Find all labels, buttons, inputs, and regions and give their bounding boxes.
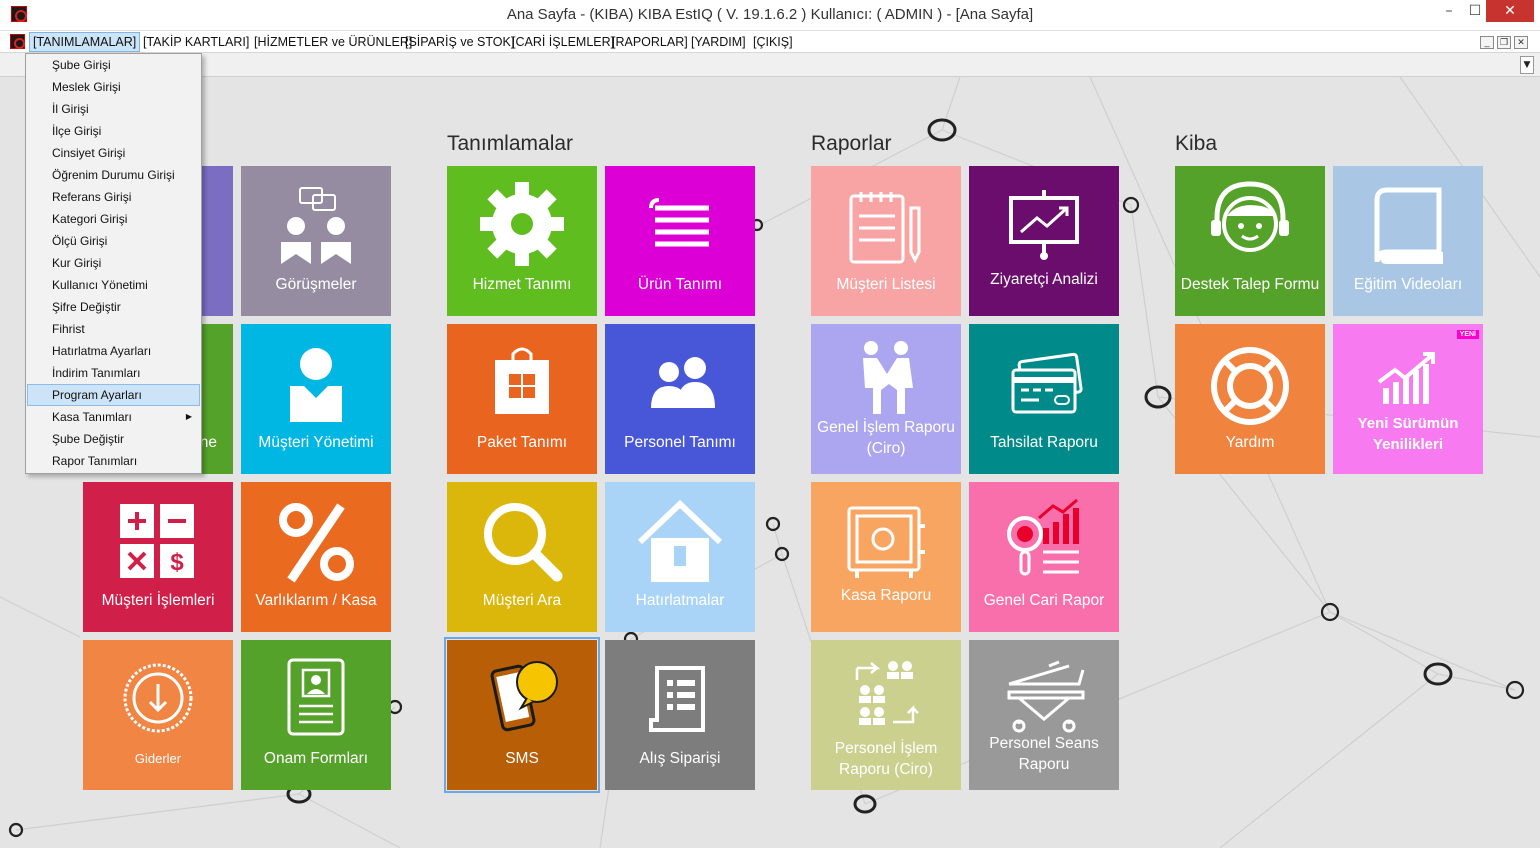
menu-item-kategori-girisi[interactable]: Kategori Girişi xyxy=(27,208,200,230)
tile-paket-tanimi[interactable]: Paket Tanımı xyxy=(447,324,597,474)
mdi-minimize-button[interactable]: _ xyxy=(1480,36,1494,49)
tile-urun-tanimi[interactable]: Ürün Tanımı xyxy=(605,166,755,316)
tile-yardim[interactable]: Yardım xyxy=(1175,324,1325,474)
menu-tanimlamalar[interactable]: [TANIMLAMALAR] xyxy=(29,32,141,52)
menu-item-kullanici-yonetimi[interactable]: Kullanıcı Yönetimi xyxy=(27,274,200,296)
menu-item-kasa-tanimlari[interactable]: Kasa Tanımları ▶ xyxy=(27,406,200,428)
tile-label: Hizmet Tanımı xyxy=(472,276,572,293)
tile-egitim-videolari[interactable]: Eğitim Videoları xyxy=(1333,166,1483,316)
tab-strip: ▼ xyxy=(0,53,1540,77)
menu-item-hatirlatma-ayarlari[interactable]: Hatırlatma Ayarları xyxy=(27,340,200,362)
tile-label: Destek Talep Formu xyxy=(1180,276,1320,293)
group-title-tanimlamalar: Tanımlamalar xyxy=(447,132,574,155)
menu-item-sube-girisi[interactable]: Şube Girişi xyxy=(27,54,200,76)
close-button[interactable]: ✕ xyxy=(1486,0,1534,22)
tile-label: Paket Tanımı xyxy=(476,434,568,451)
tile-hizmet-tanimi[interactable]: Hizmet Tanımı xyxy=(447,166,597,316)
tile-label: Personel Seans Raporu xyxy=(989,735,1099,773)
tile-ziyaretci-analizi[interactable]: Ziyaretçi Analizi xyxy=(969,166,1119,316)
tile-label: Eğitim Videoları xyxy=(1353,276,1463,293)
tile-musteri-islemleri[interactable]: $ Müşteri İşlemleri xyxy=(83,482,233,632)
tile-label: Varlıklarım / Kasa xyxy=(255,592,377,609)
window-title: Ana Sayfa - (KIBA) KIBA EstIQ ( V. 19.1.… xyxy=(506,6,1034,23)
tile-label: Giderler xyxy=(134,751,182,766)
menu-hizmetler-urunler[interactable]: [HİZMETLER ve ÜRÜNLER] xyxy=(251,32,415,52)
menu-raporlar[interactable]: [RAPORLAR] xyxy=(609,32,691,52)
presentation-chart-icon xyxy=(1009,190,1079,260)
tile-genel-islem-raporu[interactable]: Genel İşlem Raporu (Ciro) xyxy=(811,324,961,474)
menu-item-referans-girisi[interactable]: Referans Girişi xyxy=(27,186,200,208)
menu-takip-kartlari[interactable]: [TAKİP KARTLARI] xyxy=(140,32,252,52)
tile-label: Onam Formları xyxy=(263,750,369,767)
tile-tahsilat-raporu[interactable]: Tahsilat Raporu xyxy=(969,324,1119,474)
tile-personel-islem-raporu[interactable]: Personel İşlem Raporu (Ciro) xyxy=(811,640,961,790)
tile-genel-cari-rapor[interactable]: Genel Cari Rapor xyxy=(969,482,1119,632)
tile-musteri-yonetimi[interactable]: Müşteri Yönetimi xyxy=(241,324,391,474)
mdi-app-icon[interactable] xyxy=(10,34,25,49)
tile-yeni-surumun-yenilikleri[interactable]: YENİ Yeni Sürümün Yenilikleri xyxy=(1333,324,1483,474)
tile-onam-formlari[interactable]: Onam Formları xyxy=(241,640,391,790)
tile-label: Ürün Tanımı xyxy=(637,276,723,293)
group-title-raporlar: Raporlar xyxy=(811,132,892,155)
tile-label: Tahsilat Raporu xyxy=(990,434,1098,451)
svg-text:$: $ xyxy=(170,549,184,576)
tile-label: Yardım xyxy=(1225,434,1275,451)
tile-label: Hatırlatmalar xyxy=(635,592,725,609)
tile-label: Alış Siparişi xyxy=(639,750,721,767)
tile-label: Görüşmeler xyxy=(275,276,357,293)
submenu-arrow-icon: ▶ xyxy=(185,412,192,421)
tile-giderler[interactable]: Giderler xyxy=(83,640,233,790)
menu-item-indirim-tanimlari[interactable]: İndirim Tanımları xyxy=(27,362,200,384)
tile-hatirlatmalar[interactable]: Hatırlatmalar xyxy=(605,482,755,632)
menu-item-olcu-girisi[interactable]: Ölçü Girişi xyxy=(27,230,200,252)
menu-item-program-ayarlari[interactable]: Program Ayarları xyxy=(27,384,200,406)
menu-cari-islemler[interactable]: [CARİ İŞLEMLER] xyxy=(509,32,617,52)
tile-personel-tanimi[interactable]: Personel Tanımı xyxy=(605,324,755,474)
tile-label: SMS xyxy=(505,750,539,767)
tile-label: Yeni Sürümün Yenilikleri xyxy=(1357,415,1459,453)
menu-item-kur-girisi[interactable]: Kur Girişi xyxy=(27,252,200,274)
menu-item-label: Kasa Tanımları xyxy=(52,410,132,424)
menu-item-fihrist[interactable]: Fihrist xyxy=(27,318,200,340)
tile-label: Müşteri Yönetimi xyxy=(258,434,374,451)
menu-siparis-stok[interactable]: [SİPARİŞ ve STOK] xyxy=(402,32,517,52)
tile-label: Personel Tanımı xyxy=(624,434,736,451)
tile-label: Müşteri Listesi xyxy=(836,276,936,293)
tile-alis-siparisi[interactable]: Alış Siparişi xyxy=(605,640,755,790)
menu-yardim[interactable]: [YARDIM] xyxy=(688,32,749,52)
tile-label: Personel İşlem Raporu (Ciro) xyxy=(834,740,938,778)
safe-icon xyxy=(847,506,925,578)
menu-item-sifre-degistir[interactable]: Şifre Değiştir xyxy=(27,296,200,318)
menu-cikis[interactable]: [ÇIKIŞ] xyxy=(750,32,796,52)
menu-item-il-girisi[interactable]: İl Girişi xyxy=(27,98,200,120)
tile-kasa-raporu[interactable]: Kasa Raporu xyxy=(811,482,961,632)
tile-gorusmeler[interactable]: Görüşmeler xyxy=(241,166,391,316)
tile-label: Genel Cari Rapor xyxy=(983,592,1105,609)
mdi-close-button[interactable]: ✕ xyxy=(1514,36,1528,49)
menu-item-meslek-girisi[interactable]: Meslek Girişi xyxy=(27,76,200,98)
tile-musteri-ara[interactable]: Müşteri Ara xyxy=(447,482,597,632)
menu-item-cinsiyet-girisi[interactable]: Cinsiyet Girişi xyxy=(27,142,200,164)
menu-item-rapor-tanimlari[interactable]: Rapor Tanımları xyxy=(27,450,200,472)
tile-label: Müşteri Ara xyxy=(482,592,562,609)
tile-musteri-listesi[interactable]: Müşteri Listesi xyxy=(811,166,961,316)
menu-bar: [TANIMLAMALAR] [TAKİP KARTLARI] [HİZMETL… xyxy=(0,31,1540,53)
tile-personel-seans-raporu[interactable]: Personel Seans Raporu xyxy=(969,640,1119,790)
tile-destek-talep-formu[interactable]: Destek Talep Formu xyxy=(1175,166,1325,316)
menu-item-sube-degistir[interactable]: Şube Değiştir xyxy=(27,428,200,450)
mdi-restore-button[interactable]: ❐ xyxy=(1497,36,1511,49)
tanimlamalar-dropdown: Şube Girişi Meslek Girişi İl Girişi İlçe… xyxy=(25,53,202,474)
tile-label: Müşteri İşlemleri xyxy=(101,592,215,609)
tile-varliklarim[interactable]: Varlıklarım / Kasa xyxy=(241,482,391,632)
group-title-kiba: Kiba xyxy=(1175,132,1218,155)
dashboard-canvas: Tanımlamalar Raporlar Kiba Görüşmeler ne… xyxy=(0,77,1540,848)
menu-item-ilce-girisi[interactable]: İlçe Girişi xyxy=(27,120,200,142)
chevron-down-icon[interactable]: ▼ xyxy=(1520,56,1534,74)
tile-sms[interactable]: SMS xyxy=(444,637,600,793)
tile-label: Ziyaretçi Analizi xyxy=(990,271,1098,288)
title-bar: Ana Sayfa - (KIBA) KIBA EstIQ ( V. 19.1.… xyxy=(0,0,1540,31)
tile-label: Kasa Raporu xyxy=(840,587,932,604)
tile-label: Genel İşlem Raporu (Ciro) xyxy=(817,419,955,457)
menu-item-ogrenim-durumu-girisi[interactable]: Öğrenim Durumu Girişi xyxy=(27,164,200,186)
